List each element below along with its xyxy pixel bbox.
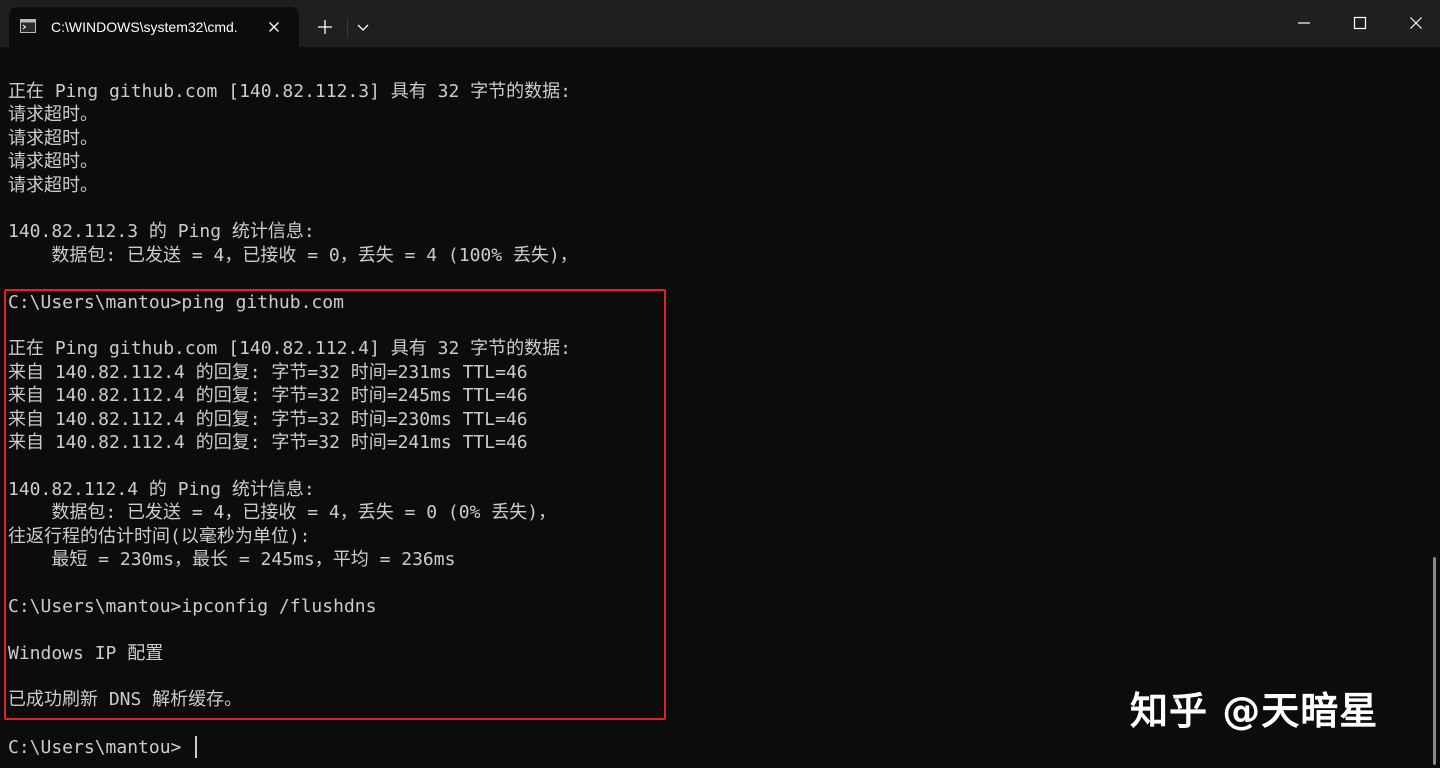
terminal-line: 正在 Ping github.com [140.82.112.3] 具有 32 … xyxy=(8,81,571,102)
terminal-line: 请求超时。 xyxy=(8,175,98,196)
scrollbar[interactable] xyxy=(1428,47,1440,768)
terminal-line: 数据包: 已发送 = 4，已接收 = 0，丢失 = 4 (100% 丢失)， xyxy=(8,245,578,266)
terminal-line: 往返行程的估计时间(以毫秒为单位): xyxy=(8,526,311,547)
terminal-line: 请求超时。 xyxy=(8,151,98,172)
scrollbar-thumb[interactable] xyxy=(1433,557,1436,765)
terminal-line: 请求超时。 xyxy=(8,128,98,149)
terminal-output[interactable]: 正在 Ping github.com [140.82.112.3] 具有 32 … xyxy=(0,47,1428,768)
maximize-button[interactable] xyxy=(1332,0,1388,47)
chevron-down-icon[interactable] xyxy=(353,17,373,37)
terminal-line: 最短 = 230ms，最长 = 245ms，平均 = 236ms xyxy=(8,549,456,570)
terminal-line: 已成功刷新 DNS 解析缓存。 xyxy=(8,689,243,710)
terminal-line: Windows IP 配置 xyxy=(8,643,164,664)
terminal-line: C:\Users\mantou>ping github.com xyxy=(8,292,344,313)
tab-cmd[interactable]: C:\WINDOWS\system32\cmd. xyxy=(9,7,299,47)
maximize-icon xyxy=(1353,16,1367,30)
terminal-line: 来自 140.82.112.4 的回复: 字节=32 时间=241ms TTL=… xyxy=(8,432,528,453)
terminal-line: 来自 140.82.112.4 的回复: 字节=32 时间=245ms TTL=… xyxy=(8,385,528,406)
minimize-button[interactable] xyxy=(1276,0,1332,47)
terminal-line: 140.82.112.4 的 Ping 统计信息: xyxy=(8,479,315,500)
terminal-line: 140.82.112.3 的 Ping 统计信息: xyxy=(8,221,315,242)
cmd-icon xyxy=(20,19,36,33)
tab-title: C:\WINDOWS\system32\cmd. xyxy=(51,19,238,35)
close-tab-icon[interactable] xyxy=(265,18,283,36)
terminal-line: C:\Users\mantou>ipconfig /flushdns xyxy=(8,596,377,617)
terminal-line: 数据包: 已发送 = 4，已接收 = 4，丢失 = 0 (0% 丢失)， xyxy=(8,502,557,523)
terminal-line: 来自 140.82.112.4 的回复: 字节=32 时间=231ms TTL=… xyxy=(8,362,528,383)
terminal-line: 正在 Ping github.com [140.82.112.4] 具有 32 … xyxy=(8,338,571,359)
title-bar: C:\WINDOWS\system32\cmd. xyxy=(0,0,1440,47)
terminal-line: 请求超时。 xyxy=(8,104,98,125)
terminal-line: 来自 140.82.112.4 的回复: 字节=32 时间=230ms TTL=… xyxy=(8,409,528,430)
terminal-prompt: C:\Users\mantou> xyxy=(8,737,182,758)
close-window-button[interactable] xyxy=(1388,0,1440,47)
close-icon xyxy=(1410,17,1422,29)
text-cursor xyxy=(195,736,197,758)
watermark: 知乎 @天暗星 xyxy=(1130,689,1379,733)
tab-divider xyxy=(347,18,348,38)
new-tab-plus-icon[interactable] xyxy=(314,16,336,38)
minimize-icon xyxy=(1298,22,1310,24)
